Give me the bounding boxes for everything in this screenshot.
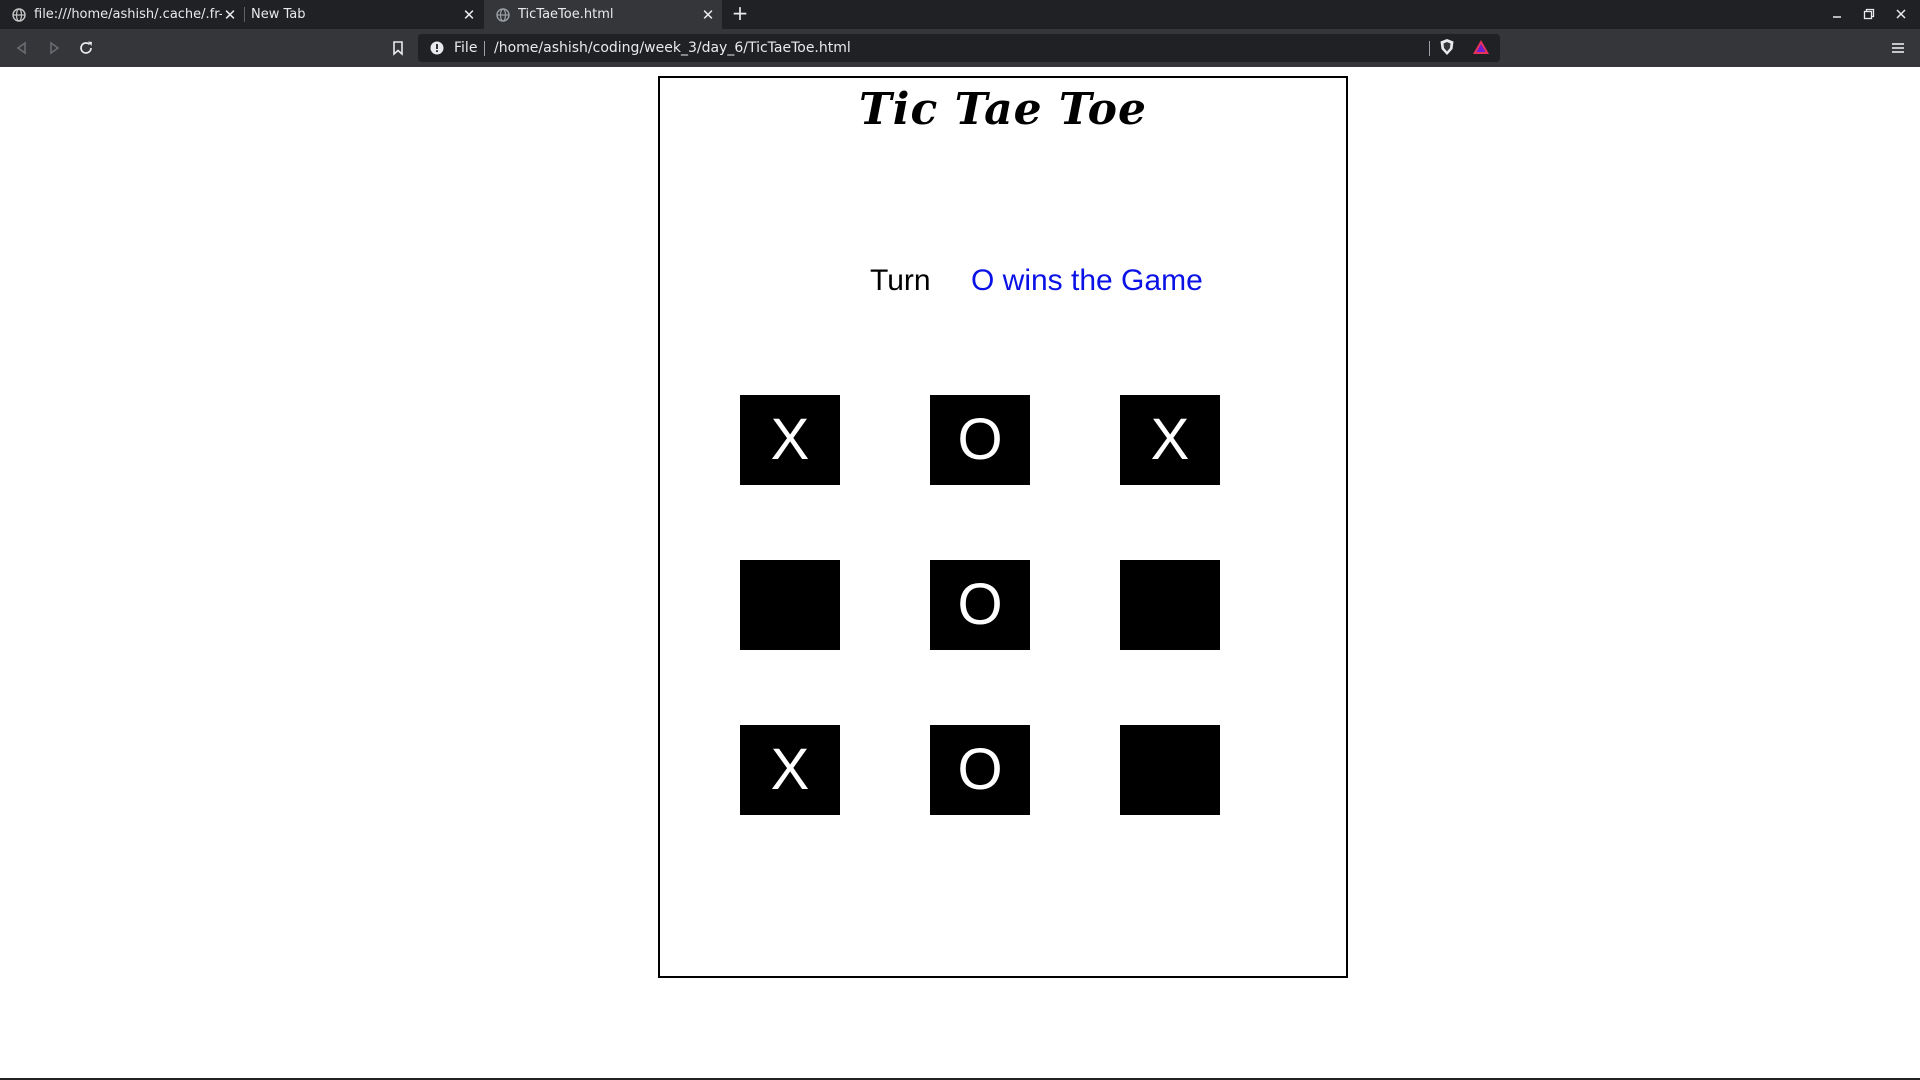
menu-icon[interactable] <box>1888 38 1908 58</box>
back-icon[interactable] <box>12 38 32 58</box>
info-icon[interactable] <box>430 41 444 55</box>
board-cell-3-2[interactable]: O <box>930 725 1030 815</box>
url-text[interactable]: /home/ashish/coding/week_3/day_6/TicTaeT… <box>494 34 851 62</box>
close-icon[interactable]: ✕ <box>222 7 238 23</box>
board-cell-2-3[interactable] <box>1120 560 1220 650</box>
globe-icon <box>496 7 510 22</box>
board-cell-3-3[interactable] <box>1120 725 1220 815</box>
brave-rewards-icon[interactable] <box>1472 38 1490 56</box>
board-cell-2-1[interactable] <box>740 560 840 650</box>
turn-label: Turn <box>870 264 931 297</box>
close-icon[interactable]: ✕ <box>700 7 716 23</box>
divider <box>484 41 485 56</box>
browser-toolbar: File /home/ashish/coding/week_3/day_6/Ti… <box>0 29 1920 67</box>
tab-tictaetoe[interactable]: TicTaeToe.html ✕ <box>484 0 722 29</box>
game-container: Tic Tae Toe Turn O wins the Game X O X O… <box>658 76 1348 978</box>
tab-file-cache[interactable]: file:///home/ashish/.cache/.fr-u ✕ <box>0 0 244 29</box>
board-cell-1-1[interactable]: X <box>740 395 840 485</box>
address-bar[interactable]: File /home/ashish/coding/week_3/day_6/Ti… <box>418 34 1500 62</box>
board-cell-2-2[interactable]: O <box>930 560 1030 650</box>
close-icon[interactable]: ✕ <box>461 7 477 23</box>
reload-icon[interactable] <box>76 38 96 58</box>
board-cell-1-2[interactable]: O <box>930 395 1030 485</box>
brave-shield-icon[interactable] <box>1438 38 1456 56</box>
board-cell-3-1[interactable]: X <box>740 725 840 815</box>
game-status: O wins the Game <box>971 264 1203 297</box>
tab-strip: file:///home/ashish/.cache/.fr-u ✕ New T… <box>0 0 1920 29</box>
tab-title: file:///home/ashish/.cache/.fr-u <box>34 7 222 22</box>
tab-title: TicTaeToe.html <box>518 7 614 22</box>
bookmark-icon[interactable] <box>388 38 408 58</box>
globe-icon <box>12 7 26 22</box>
tab-new-tab[interactable]: New Tab ✕ <box>245 0 483 29</box>
divider <box>1429 41 1430 56</box>
board-cell-1-3[interactable]: X <box>1120 395 1220 485</box>
minimize-icon[interactable] <box>1827 5 1847 23</box>
scheme-label: File <box>454 40 478 56</box>
game-title: Tic Tae Toe <box>859 84 1147 135</box>
tab-title: New Tab <box>251 7 306 22</box>
close-window-icon[interactable] <box>1891 5 1911 23</box>
new-tab-button[interactable]: + <box>730 3 750 24</box>
forward-icon[interactable] <box>44 38 64 58</box>
restore-icon[interactable] <box>1859 5 1879 23</box>
